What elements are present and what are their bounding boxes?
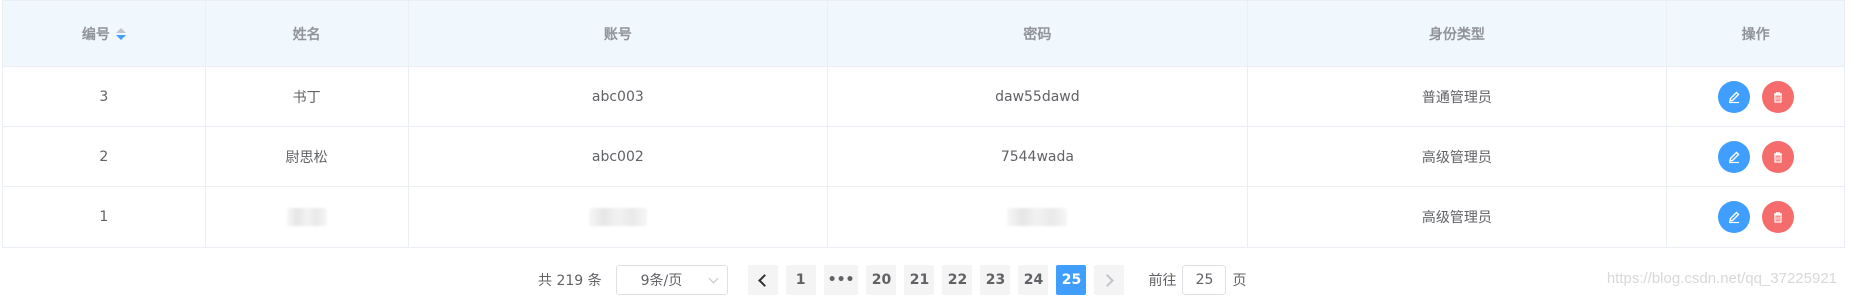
table-row: 3 书丁 abc003 daw55dawd 普通管理员 [3,67,1844,127]
cell-actions [1667,187,1844,247]
page-button-1[interactable]: 1 [785,265,816,295]
cell-password: daw55dawd [828,67,1248,126]
delete-button[interactable] [1761,201,1794,233]
page-button-20[interactable]: 20 [866,265,897,295]
pencil-icon [1728,211,1740,224]
cell-id: 3 [3,67,206,126]
page-button-21[interactable]: 21 [904,265,935,295]
sort-caret-icon[interactable] [115,27,126,40]
table-row: 1 高级管理员 [3,187,1844,247]
edit-button[interactable] [1717,80,1750,113]
cell-id: 1 [3,187,206,247]
page-size-select[interactable]: 9条/页 [615,265,728,295]
trash-icon [1773,212,1782,223]
trash-icon [1773,151,1782,163]
edit-button[interactable] [1717,201,1750,233]
redacted-blur [286,208,327,226]
cell-id: 2 [3,127,206,186]
cell-name: 尉思松 [206,127,409,186]
pencil-icon [1728,151,1740,163]
cell-name: 书丁 [206,67,409,126]
chevron-left-icon [757,273,771,287]
header-password: 密码 [828,1,1248,66]
cell-password-redacted [828,187,1248,247]
table-row: 2 尉思松 abc002 7544wada 高级管理员 [3,127,1844,187]
header-id-label: 编号 [81,26,110,43]
cell-account: abc003 [409,67,829,126]
chevron-right-icon [1101,273,1115,287]
cell-role: 普通管理员 [1248,67,1668,126]
header-actions: 操作 [1741,26,1770,43]
prev-page-button[interactable] [747,265,778,295]
page-size-value: 9条/页 [640,273,683,289]
delete-button[interactable] [1761,140,1794,173]
cell-role: 高级管理员 [1248,127,1668,186]
cell-actions [1667,127,1844,186]
watermark: https://blog.csdn.net/qq_37225921 [1606,270,1837,287]
header-account: 账号 [409,1,829,66]
total-count: 共 219 条 [538,273,602,289]
cell-role: 高级管理员 [1248,187,1668,247]
next-page-button[interactable] [1094,265,1125,295]
header-role: 身份类型 [1248,1,1668,66]
cell-account: abc002 [409,127,829,186]
header-id[interactable]: 编号 [3,1,206,66]
admin-table: 编号 姓名 账号 密码 身份类型 操作 3 书丁 abc003 daw55daw… [2,0,1845,248]
page-ellipsis[interactable]: ••• [823,265,859,295]
pencil-icon [1728,91,1740,103]
page-button-current[interactable]: 25 [1056,265,1087,295]
redacted-blur [588,208,647,226]
edit-button[interactable] [1717,140,1750,173]
table-header: 编号 姓名 账号 密码 身份类型 操作 [3,1,1844,67]
cell-password: 7544wada [828,127,1248,186]
header-name: 姓名 [206,1,409,66]
page-button-22[interactable]: 22 [942,265,973,295]
jump-prefix: 前往 [1148,273,1177,289]
cell-name-redacted [206,187,409,247]
cell-actions [1667,67,1844,126]
pagination: 共 219 条 9条/页 1 ••• 20 21 22 23 24 25 前往 … [538,265,1246,295]
cell-account-redacted [409,187,829,247]
delete-button[interactable] [1761,80,1794,113]
chevron-down-icon [708,273,719,283]
redacted-blur [1007,208,1068,226]
jump-page-input[interactable] [1182,265,1227,295]
page-button-24[interactable]: 24 [1018,265,1049,295]
page-button-23[interactable]: 23 [980,265,1011,295]
jump-suffix: 页 [1232,273,1247,289]
page-jumper: 前往 页 [1148,265,1246,295]
trash-icon [1773,91,1782,103]
